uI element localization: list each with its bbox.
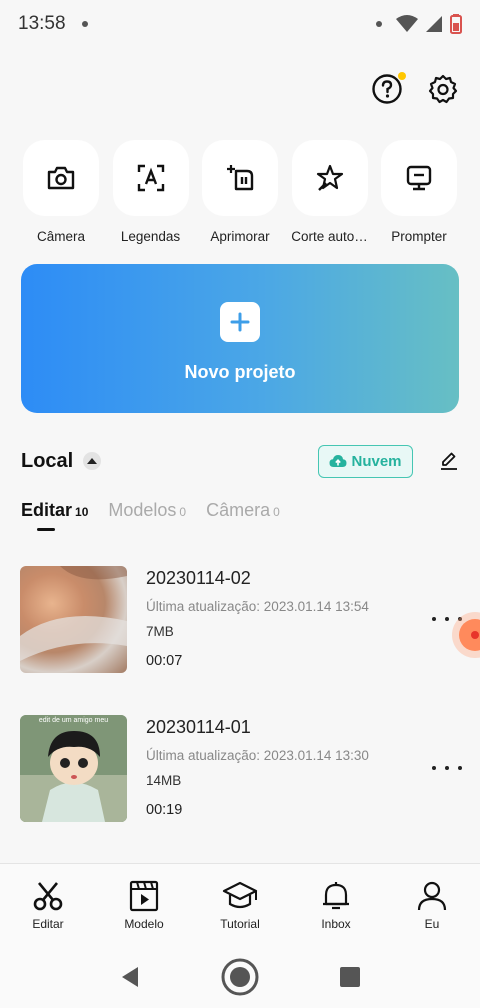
cloud-upload-icon bbox=[329, 455, 347, 467]
record-dot-icon bbox=[459, 619, 480, 651]
bell-icon bbox=[323, 882, 349, 910]
edit-list-button[interactable] bbox=[439, 451, 459, 471]
pencil-icon bbox=[441, 452, 457, 470]
signal-icon bbox=[426, 16, 442, 32]
cloud-button[interactable]: Nuvem bbox=[318, 444, 413, 478]
status-icons bbox=[376, 14, 462, 34]
new-project-label: Novo projeto bbox=[184, 362, 296, 382]
tab-editar[interactable]: Editar 10 bbox=[21, 500, 89, 531]
gear-icon bbox=[428, 74, 458, 104]
nav-label: Tutorial bbox=[220, 917, 260, 931]
home-icon[interactable] bbox=[220, 957, 260, 997]
section-title: Local bbox=[21, 449, 74, 472]
caret-up-icon bbox=[87, 458, 98, 464]
tab-modelos[interactable]: Modelos 0 bbox=[108, 500, 186, 521]
tab-camera[interactable]: Câmera 0 bbox=[206, 500, 280, 521]
status-time: 13:58 bbox=[18, 13, 66, 34]
quick-action-label: Prompter bbox=[391, 229, 447, 244]
system-nav-bar bbox=[0, 945, 480, 1008]
captions-icon bbox=[137, 164, 164, 192]
template-icon bbox=[129, 880, 159, 912]
battery-icon bbox=[450, 14, 462, 34]
project-info: 20230114-01 Última atualização: 2023.01.… bbox=[146, 717, 369, 823]
quick-tile[interactable] bbox=[291, 140, 368, 216]
project-thumbnail[interactable]: edit de um amigo meu bbox=[20, 715, 127, 822]
project-updated: Última atualização: 2023.01.14 13:30 bbox=[146, 748, 369, 763]
project-info: 20230114-02 Última atualização: 2023.01.… bbox=[146, 568, 369, 674]
nav-label: Eu bbox=[424, 917, 440, 931]
notification-dot-icon bbox=[81, 21, 88, 27]
profile-icon bbox=[417, 881, 447, 911]
tab-label: Câmera bbox=[206, 500, 271, 520]
project-item[interactable]: edit de um amigo meu 20230114-01 Última … bbox=[20, 715, 462, 823]
new-project-button[interactable]: Novo projeto bbox=[21, 264, 459, 413]
tab-count: 0 bbox=[273, 505, 280, 519]
quick-tile[interactable] bbox=[23, 140, 99, 216]
active-tab-indicator bbox=[37, 528, 55, 531]
project-updated: Última atualização: 2023.01.14 13:54 bbox=[146, 599, 369, 614]
quick-tile[interactable] bbox=[112, 140, 189, 216]
project-name: 20230114-01 bbox=[146, 717, 251, 737]
cloud-label: Nuvem bbox=[351, 452, 402, 470]
nav-item-editar[interactable]: Editar bbox=[0, 864, 96, 945]
nav-item-modelo[interactable]: Modelo bbox=[96, 864, 192, 945]
top-actions bbox=[370, 72, 460, 106]
quick-action-label: Legendas bbox=[120, 229, 181, 244]
settings-button[interactable] bbox=[426, 72, 460, 106]
project-thumbnail[interactable] bbox=[20, 566, 127, 673]
graduation-cap-icon bbox=[222, 881, 258, 909]
nav-label: Editar bbox=[32, 917, 64, 931]
back-icon[interactable] bbox=[120, 966, 140, 988]
quick-action-label: Câmera bbox=[36, 229, 85, 244]
quick-action-label: Aprimorar bbox=[210, 229, 270, 244]
quick-action-captions[interactable]: Legendas bbox=[110, 140, 192, 244]
project-size: 7MB bbox=[146, 624, 174, 639]
collapse-toggle[interactable] bbox=[83, 452, 102, 470]
project-name: 20230114-02 bbox=[146, 568, 251, 588]
quick-action-label: Corte auto… bbox=[291, 229, 368, 244]
thumbnail-caption: edit de um amigo meu bbox=[38, 717, 109, 724]
tab-label: Modelos bbox=[108, 500, 177, 520]
quick-action-auto-cut[interactable]: Corte auto… bbox=[289, 140, 371, 244]
status-dot-icon bbox=[376, 21, 382, 27]
bottom-nav: Editar Modelo Tutorial Inbox Eu bbox=[0, 863, 480, 945]
quick-tile[interactable] bbox=[381, 140, 457, 216]
quick-action-prompter[interactable]: Prompter bbox=[378, 140, 460, 244]
prompter-icon bbox=[406, 165, 432, 191]
nav-item-eu[interactable]: Eu bbox=[384, 864, 480, 945]
nav-label: Inbox bbox=[321, 917, 351, 931]
tab-label: Editar bbox=[21, 500, 73, 520]
scissors-icon bbox=[33, 882, 63, 911]
more-options-button[interactable] bbox=[432, 763, 462, 773]
local-header: Local Nuvem bbox=[21, 444, 459, 478]
project-duration: 00:07 bbox=[146, 653, 183, 669]
tab-count: 0 bbox=[179, 505, 187, 519]
project-size: 14MB bbox=[146, 773, 182, 788]
auto-cut-icon bbox=[316, 164, 343, 191]
help-button[interactable] bbox=[370, 72, 406, 106]
nav-item-inbox[interactable]: Inbox bbox=[288, 864, 384, 945]
project-duration: 00:19 bbox=[146, 802, 183, 818]
quick-tile[interactable] bbox=[202, 140, 278, 216]
tab-count: 10 bbox=[75, 505, 89, 519]
nav-label: Modelo bbox=[124, 917, 164, 931]
enhance-icon bbox=[227, 165, 254, 191]
project-tabs: Editar 10 Modelos 0 Câmera 0 bbox=[21, 500, 300, 531]
wifi-icon bbox=[396, 15, 418, 32]
quick-actions: Câmera Legendas Aprimorar Corte auto… Pr… bbox=[20, 140, 460, 244]
plus-icon bbox=[220, 302, 260, 342]
nav-item-tutorial[interactable]: Tutorial bbox=[192, 864, 288, 945]
quick-action-enhance[interactable]: Aprimorar bbox=[199, 140, 281, 244]
project-item[interactable]: 20230114-02 Última atualização: 2023.01.… bbox=[20, 566, 462, 674]
quick-action-camera[interactable]: Câmera bbox=[20, 140, 102, 244]
recents-icon[interactable] bbox=[340, 966, 360, 987]
status-bar: 13:58 bbox=[0, 0, 480, 48]
help-badge bbox=[398, 72, 406, 80]
camera-icon bbox=[47, 166, 75, 190]
